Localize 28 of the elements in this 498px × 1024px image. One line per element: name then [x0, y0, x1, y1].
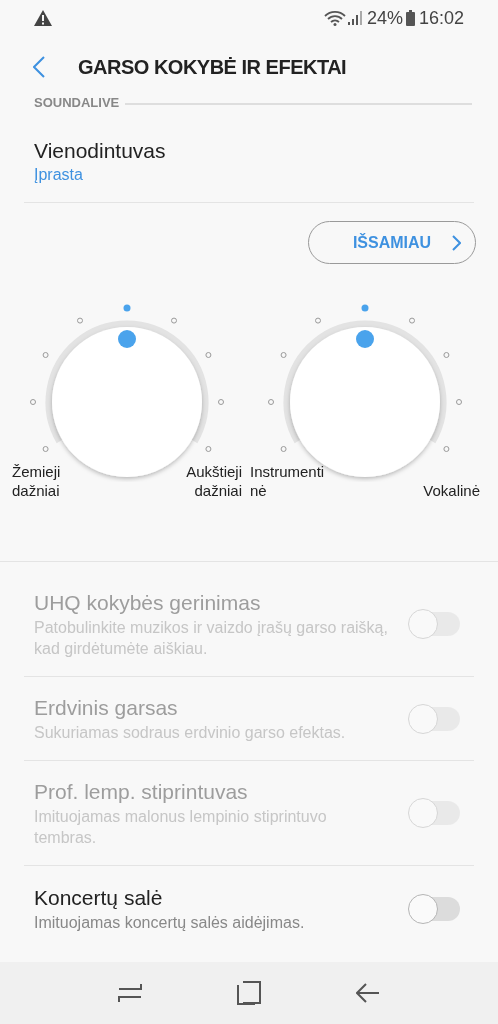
knob-label: Instrumenti nė — [250, 462, 325, 500]
chevron-right-icon — [452, 234, 461, 251]
section-header: SOUNDALIVE — [34, 98, 120, 109]
home-icon[interactable] — [237, 981, 261, 1005]
wifi-icon — [323, 10, 346, 26]
battery-icon — [405, 10, 415, 26]
equalizer-setting[interactable]: Vienodintuvas Įprasta — [24, 110, 474, 203]
setting-title: UHQ kokybės gerinimas — [34, 590, 262, 616]
signal-icon — [347, 11, 362, 25]
setting-value: Įprasta — [34, 165, 84, 185]
battery-percent: 24% — [366, 6, 403, 30]
knob-label: Aukštieji dažniai — [186, 462, 242, 500]
warning-icon — [34, 10, 52, 26]
knob-label: Vokalinė — [423, 481, 480, 500]
recent-apps-icon[interactable] — [117, 982, 142, 1004]
setting-description: Imituojamas koncertų salės aidėjimas. — [34, 913, 306, 933]
setting-title: Erdvinis garsas — [34, 695, 179, 721]
setting-title: Prof. lemp. stiprintuvas — [34, 779, 249, 805]
knob-indicator — [356, 330, 374, 348]
knob-label: Žemieji dažniai — [12, 462, 61, 500]
clock: 16:02 — [418, 6, 464, 30]
setting-row[interactable]: Koncertų salė Imituojamas koncertų salės aidėjimas. — [24, 866, 474, 933]
page-title: GARSO KOKYBĖ IR EFEKTAI — [78, 55, 347, 80]
setting-title: Koncertų salė — [34, 885, 164, 911]
setting-title: Vienodintuvas — [34, 138, 167, 164]
knob-indicator — [118, 330, 136, 348]
toggle-switch[interactable] — [408, 892, 462, 925]
back-icon[interactable] — [356, 983, 381, 1003]
